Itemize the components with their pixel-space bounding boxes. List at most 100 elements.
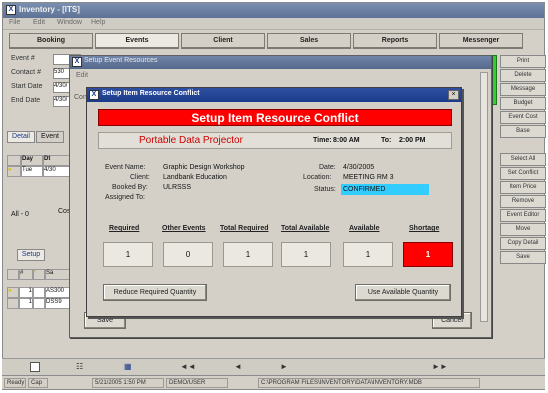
background-dialog-title: Setup Event Resources <box>84 57 158 64</box>
event-editor-button[interactable]: Event Editor <box>500 209 546 222</box>
first-record-icon[interactable]: ◄◄ <box>180 362 196 371</box>
table-cell-date[interactable]: 4/30 <box>43 166 71 177</box>
client-value: Landbank Education <box>163 174 227 181</box>
main-menubar: File Edit Window Help <box>3 18 544 30</box>
grid-view-icon[interactable]: ☷ <box>76 362 83 371</box>
table-cell-qty[interactable]: 1 <box>19 298 33 309</box>
lower-grid-header-number: # <box>19 269 33 280</box>
record-navigation-bar: ☷ ▦ ◄◄ ◄ ► ►► <box>2 358 545 375</box>
move-button[interactable]: Move <box>500 223 546 236</box>
app-icon: X <box>6 5 16 15</box>
grid-header-date: Dt <box>43 155 71 166</box>
use-available-quantity-button[interactable]: Use Available Quantity <box>355 284 451 301</box>
dialog-app-icon: X <box>89 90 99 100</box>
main-window-title: Inventory - [ITS] <box>19 5 80 14</box>
budget-button[interactable]: Budget <box>500 97 546 110</box>
date-label: Date: <box>319 164 336 171</box>
event-number-label: Event # <box>11 55 35 62</box>
grid-row-indicator-header <box>7 155 21 166</box>
other-events-column-header: Other Events <box>162 225 206 232</box>
total-required-column-header: Total Required <box>220 225 269 232</box>
total-required-count: 1 <box>223 242 273 267</box>
menu-item-edit[interactable]: Edit <box>33 19 45 26</box>
lower-grid-indicator-header <box>7 269 19 280</box>
table-cell-item[interactable]: AS300 <box>45 287 71 298</box>
required-column-header: Required <box>109 225 140 232</box>
table-cell-day[interactable]: Tue <box>21 166 43 177</box>
conflict-dialog-title: Setup Item Resource Conflict <box>102 90 200 97</box>
close-icon[interactable]: × <box>448 90 459 100</box>
tab-setup[interactable]: Setup <box>17 249 45 261</box>
time-to-value: 2:00 PM <box>399 137 426 144</box>
event-name-label: Event Name: <box>105 164 146 171</box>
tab-events[interactable]: Events <box>95 33 179 49</box>
subtab-detail[interactable]: Detail <box>7 131 35 143</box>
row-indicator <box>7 298 19 309</box>
table-cell-item[interactable]: DSS9 <box>45 298 71 309</box>
tab-reports[interactable]: Reports <box>353 33 437 49</box>
location-value: MEETING RM 3 <box>343 174 394 181</box>
vertical-scrollbar[interactable] <box>480 72 488 322</box>
resource-conflict-dialog: X Setup Item Resource Conflict × Setup I… <box>86 87 462 317</box>
conflict-dialog-titlebar[interactable]: X Setup Item Resource Conflict × <box>87 88 461 102</box>
location-label: Location: <box>303 174 332 181</box>
set-conflict-button[interactable]: Set Conflict <box>500 167 546 180</box>
tab-booking[interactable]: Booking <box>9 33 93 49</box>
tab-client[interactable]: Client <box>181 33 265 49</box>
menu-item-help[interactable]: Help <box>91 19 105 26</box>
other-events-count: 0 <box>163 242 213 267</box>
conflict-header-banner: Setup Item Resource Conflict <box>98 109 452 126</box>
contact-number-label: Contact # <box>11 69 41 76</box>
current-row-marker-icon: ● <box>7 287 19 298</box>
form-view-icon[interactable]: ▦ <box>124 362 132 371</box>
main-titlebar[interactable]: X Inventory - [ITS] <box>3 3 544 18</box>
base-button[interactable]: Base <box>500 125 546 138</box>
available-count: 1 <box>343 242 393 267</box>
client-label: Client: <box>130 174 150 181</box>
status-bar: Ready Cap 5/21/2005 1:50 PM DEMO/USER C:… <box>2 375 545 389</box>
table-cell-flag[interactable] <box>33 287 45 298</box>
remove-button[interactable]: Remove <box>500 195 546 208</box>
booked-by-value: ULRSSS <box>163 184 192 191</box>
shortage-column-header: Shortage <box>409 225 440 232</box>
table-cell-qty[interactable]: 1 <box>19 287 33 298</box>
last-record-icon[interactable]: ►► <box>432 362 448 371</box>
next-record-icon[interactable]: ► <box>280 362 288 371</box>
event-name-value: Graphic Design Workshop <box>163 164 245 171</box>
status-user: DEMO/USER <box>166 378 228 388</box>
copy-detail-button[interactable]: Copy Detail <box>500 237 546 250</box>
item-price-button[interactable]: Item Price <box>500 181 546 194</box>
time-to-label: To: <box>381 137 392 144</box>
print-button[interactable]: Print <box>500 55 546 68</box>
date-value: 4/30/2005 <box>343 164 375 171</box>
background-dialog-titlebar[interactable]: X Setup Event Resources <box>70 56 491 69</box>
background-dialog-menu-edit[interactable]: Edit <box>76 72 88 79</box>
menu-item-window[interactable]: Window <box>57 19 82 26</box>
status-database-path: C:\PROGRAM FILES\INVENTORY\DATA\INVENTOR… <box>258 378 480 388</box>
reduce-required-quantity-button[interactable]: Reduce Required Quantity <box>103 284 207 301</box>
dialog-app-icon: X <box>72 57 82 67</box>
table-cell-flag[interactable] <box>33 298 45 309</box>
booked-by-label: Booked By: <box>112 184 148 191</box>
tab-messenger[interactable]: Messenger <box>439 33 523 49</box>
subtab-event[interactable]: Event <box>36 131 64 143</box>
record-checkbox[interactable] <box>30 362 40 372</box>
event-cost-button[interactable]: Event Cost <box>500 111 546 124</box>
time-label: Time: <box>313 137 332 144</box>
save-button[interactable]: Save <box>500 251 546 264</box>
delete-button[interactable]: Delete <box>500 69 546 82</box>
status-caps: Cap <box>28 378 48 388</box>
shortage-count: 1 <box>403 242 453 267</box>
message-button[interactable]: Message <box>500 83 546 96</box>
item-name: Portable Data Projector <box>139 135 243 146</box>
status-datetime: 5/21/2005 1:50 PM <box>92 378 164 388</box>
start-date-label: Start Date <box>11 83 43 90</box>
select-all-button[interactable]: Select All <box>500 153 546 166</box>
main-tabbar: Booking Events Client Sales Reports Mess… <box>3 30 544 50</box>
previous-record-icon[interactable]: ◄ <box>234 362 242 371</box>
item-summary-bar: Portable Data Projector Time: 8:00 AM To… <box>98 132 452 149</box>
lower-grid-header-star: * <box>33 269 45 280</box>
menu-item-file[interactable]: File <box>9 19 20 26</box>
grid-header-day: Day <box>21 155 43 166</box>
tab-sales[interactable]: Sales <box>267 33 351 49</box>
